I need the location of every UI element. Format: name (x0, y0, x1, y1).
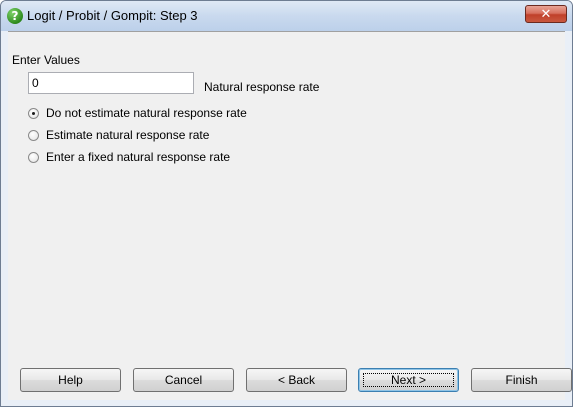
close-button[interactable]: ✕ (525, 5, 567, 23)
help-button[interactable]: Help (20, 368, 121, 392)
window-title: Logit / Probit / Gompit: Step 3 (27, 8, 198, 23)
radio-button-selected-icon[interactable] (28, 107, 39, 119)
next-button[interactable]: Next > (358, 368, 459, 392)
radio-button-icon[interactable] (28, 129, 39, 141)
radio-label: Estimate natural response rate (46, 128, 210, 142)
back-button[interactable]: < Back (246, 368, 347, 392)
enter-values-label: Enter Values (12, 53, 80, 67)
focus-rectangle (363, 373, 454, 387)
radio-label: Do not estimate natural response rate (46, 106, 247, 120)
radio-do-not-estimate[interactable]: Do not estimate natural response rate (28, 105, 247, 121)
radio-label: Enter a fixed natural response rate (46, 150, 231, 164)
help-question-icon: ? (7, 8, 23, 24)
natural-response-caption: Natural response rate (204, 80, 320, 94)
radio-estimate[interactable]: Estimate natural response rate (28, 127, 209, 143)
radio-button-icon[interactable] (28, 151, 39, 163)
dialog-window: ? Logit / Probit / Gompit: Step 3 ✕ Ente… (0, 0, 573, 407)
dialog-body: Enter Values Natural response rate Do no… (8, 31, 572, 400)
natural-response-input[interactable] (28, 72, 194, 94)
cancel-button[interactable]: Cancel (133, 368, 234, 392)
radio-enter-fixed[interactable]: Enter a fixed natural response rate (28, 149, 230, 165)
finish-button[interactable]: Finish (471, 368, 572, 392)
title-bar[interactable]: ? Logit / Probit / Gompit: Step 3 ✕ (1, 1, 572, 31)
